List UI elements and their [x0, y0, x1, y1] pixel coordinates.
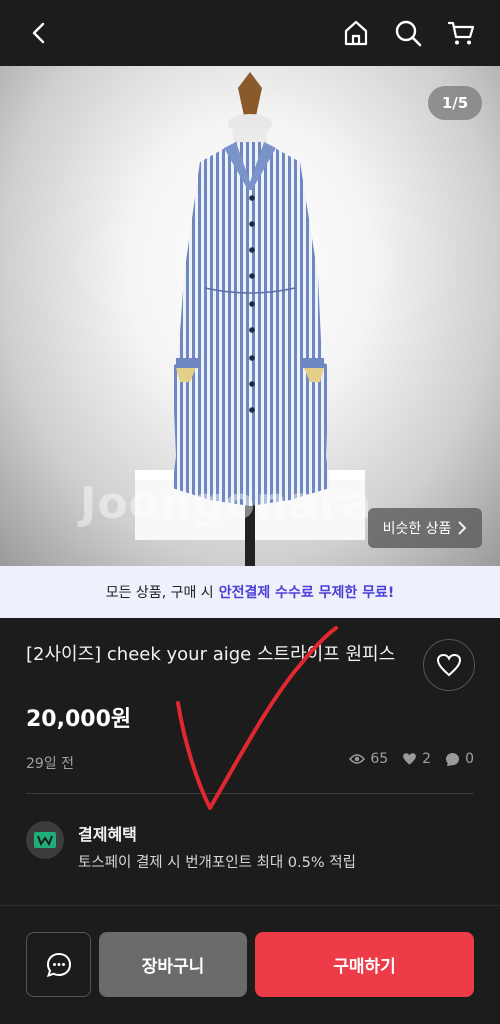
back-arrow-icon[interactable] [20, 14, 58, 52]
banner-prefix: 모든 상품, 구매 시 [105, 585, 214, 601]
similar-products-label: 비슷한 상품 [382, 521, 452, 537]
similar-products-button[interactable]: 비슷한 상품 [368, 508, 482, 548]
banner-highlight: 안전결제 수수료 무제한 무료! [218, 585, 395, 601]
chat-button[interactable] [26, 932, 91, 997]
cart-icon[interactable] [442, 14, 480, 52]
home-icon[interactable] [337, 14, 375, 52]
image-counter-badge: 1/5 [428, 86, 482, 120]
buy-button[interactable]: 구매하기 [255, 932, 474, 997]
heart-icon [436, 653, 462, 677]
product-title: [2사이즈] cheek your aige 스트라이프 원피스 [26, 644, 396, 665]
payment-benefit-logo [26, 821, 64, 859]
section-divider [26, 793, 474, 794]
search-icon[interactable] [389, 14, 427, 52]
benefit-description: 토스페이 결제 시 번개포인트 최대 0.5% 적립 [78, 855, 356, 871]
benefit-title: 결제혜택 [78, 825, 137, 844]
product-stats: 65 2 0 [341, 751, 474, 767]
chat-count: 0 [465, 751, 474, 767]
chat-icon [46, 952, 71, 977]
eye-icon [349, 754, 366, 764]
bottom-bar-divider [0, 905, 500, 906]
payment-logo-icon [34, 832, 56, 848]
add-to-cart-button[interactable]: 장바구니 [99, 932, 247, 997]
top-bar [0, 0, 500, 66]
like-count: 2 [422, 751, 432, 767]
posted-time: 29일 전 [26, 756, 75, 772]
product-price: 20,000원 [26, 707, 132, 732]
like-button[interactable] [423, 639, 475, 691]
heart-count-icon [403, 753, 417, 765]
view-count: 65 [370, 751, 389, 767]
safe-payment-banner[interactable]: 모든 상품, 구매 시 안전결제 수수료 무제한 무료! [0, 566, 500, 618]
chat-bubble-icon [446, 752, 460, 766]
chevron-right-icon [458, 521, 467, 535]
watermark-text: Joongonara [80, 478, 373, 529]
